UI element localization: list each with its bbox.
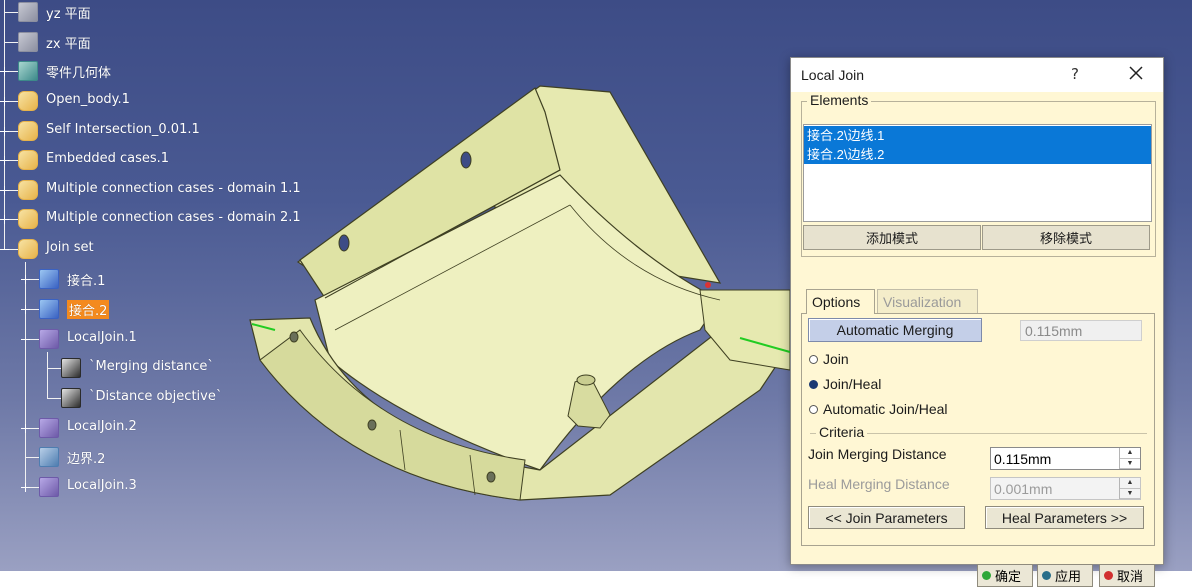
tab-options[interactable]: Options (806, 289, 875, 314)
elements-label: Elements (807, 92, 872, 108)
list-item[interactable]: 接合.2\边线.2 (804, 145, 1151, 164)
tree-item-label[interactable]: `Merging distance` (89, 359, 214, 374)
tree-item-label[interactable]: LocalJoin.1 (67, 330, 137, 345)
remove-mode-button[interactable]: 移除模式 (982, 225, 1150, 250)
tree-connector (4, 12, 18, 13)
radio-automatic-join-heal[interactable]: Automatic Join/Heal (809, 401, 948, 417)
heal-merging-value[interactable]: 0.001mm (994, 481, 1052, 497)
dialog-body: Elements 接合.2\边线.1 接合.2\边线.2 添加模式 移除模式 O… (791, 92, 1163, 587)
radio-automatic-join-heal-label: Automatic Join/Heal (823, 401, 948, 417)
heal-merging-field[interactable]: 0.001mm ▲ ▼ (990, 477, 1141, 500)
join-icon[interactable] (39, 299, 59, 319)
cancel-label: 取消 (1117, 569, 1144, 584)
tree-item-label[interactable]: 边界.2 (67, 448, 105, 467)
dialog-title: Local Join (801, 67, 865, 83)
criteria-label: Criteria (816, 424, 868, 440)
join-merging-label: Join Merging Distance (808, 446, 947, 462)
options-panel: Automatic Merging 0.115mm Join Join/Heal… (801, 313, 1155, 546)
join-merging-field[interactable]: 0.115mm ▲ ▼ (990, 447, 1141, 470)
tree-item-label[interactable]: 零件几何体 (46, 62, 111, 81)
ok-label: 确定 (995, 569, 1022, 584)
tree-item-label[interactable]: 接合.2 (67, 300, 110, 319)
heal-parameters-button[interactable]: Heal Parameters >> (985, 506, 1144, 529)
radio-join-heal[interactable]: Join/Heal (809, 376, 881, 392)
automatic-merging-button[interactable]: Automatic Merging (808, 318, 982, 342)
tab-visualization[interactable]: Visualization (877, 289, 978, 314)
geometrical-set-icon[interactable] (18, 209, 38, 229)
join-parameters-button[interactable]: << Join Parameters (808, 506, 965, 529)
spin-down-icon[interactable]: ▼ (1120, 459, 1140, 469)
local-join-icon[interactable] (39, 329, 59, 349)
specification-tree: yz 平面 zx 平面零件几何体 Open_body.1 Self Intersect… (0, 0, 330, 520)
apply-icon (1042, 571, 1051, 580)
ok-button[interactable]: 确定 (977, 564, 1033, 587)
tree-item-label[interactable]: Multiple connection cases - domain 2.1 (46, 210, 301, 225)
join-merging-spinner[interactable]: ▲ ▼ (1119, 448, 1140, 469)
apply-label: 应用 (1055, 569, 1082, 584)
tree-item-label[interactable]: LocalJoin.2 (67, 419, 137, 434)
tree-item-label[interactable]: Self Intersection_0.01.1 (46, 122, 200, 137)
help-button[interactable]: ? (1071, 65, 1079, 83)
cancel-icon (1104, 571, 1113, 580)
tree-item-label[interactable]: yz 平面 (46, 3, 91, 22)
radio-join-heal-label: Join/Heal (823, 376, 882, 392)
tree-connector (47, 368, 61, 369)
heal-merging-spinner[interactable]: ▲ ▼ (1119, 478, 1140, 499)
ok-icon (982, 571, 991, 580)
geometrical-set-icon[interactable] (18, 150, 38, 170)
elements-group: Elements 接合.2\边线.1 接合.2\边线.2 添加模式 移除模式 (801, 92, 1156, 257)
automatic-merging-value: 0.115mm (1020, 320, 1142, 341)
close-icon[interactable] (1125, 62, 1147, 84)
tree-connector (47, 398, 61, 399)
tree-item-label[interactable]: LocalJoin.3 (67, 478, 137, 493)
list-item[interactable]: 接合.2\边线.1 (804, 126, 1151, 145)
apply-button[interactable]: 应用 (1037, 564, 1093, 587)
tree-item-label[interactable]: Embedded cases.1 (46, 151, 169, 166)
tree-item-label[interactable]: `Distance objective` (89, 389, 222, 404)
spin-up-icon[interactable]: ▲ (1120, 448, 1140, 459)
radio-join[interactable]: Join (809, 351, 849, 367)
geometrical-set-icon[interactable] (18, 91, 38, 111)
geometrical-set-icon[interactable] (18, 121, 38, 141)
local-join-icon[interactable] (39, 477, 59, 497)
radio-join-indicator[interactable] (809, 354, 818, 364)
add-mode-button[interactable]: 添加模式 (803, 225, 981, 250)
spin-down-icon[interactable]: ▼ (1120, 489, 1140, 499)
join-merging-value[interactable]: 0.115mm (994, 451, 1051, 467)
tree-item-label[interactable]: Join set (46, 240, 94, 255)
geometrical-set-icon[interactable] (18, 180, 38, 200)
plane-icon[interactable] (18, 32, 38, 52)
cancel-button[interactable]: 取消 (1099, 564, 1155, 587)
heal-merging-label: Heal Merging Distance (808, 476, 950, 492)
parameter-icon[interactable] (61, 358, 81, 378)
radio-automatic-join-heal-indicator[interactable] (809, 404, 818, 414)
tree-connector (25, 457, 39, 458)
local-join-dialog: Local Join ? Elements 接合.2\边线.1 接合.2\边线.… (790, 57, 1164, 587)
tree-item-label[interactable]: Open_body.1 (46, 92, 130, 107)
part-body-icon[interactable] (18, 61, 38, 81)
tree-item-label[interactable]: 接合.1 (67, 270, 105, 289)
join-icon[interactable] (39, 269, 59, 289)
geometrical-set-icon[interactable] (18, 239, 38, 259)
tree-connector (4, 42, 18, 43)
elements-list[interactable]: 接合.2\边线.1 接合.2\边线.2 (803, 124, 1152, 222)
spin-up-icon[interactable]: ▲ (1120, 478, 1140, 489)
parameter-icon[interactable] (61, 388, 81, 408)
tree-item-label[interactable]: zx 平面 (46, 33, 91, 52)
local-join-icon[interactable] (39, 418, 59, 438)
radio-join-heal-indicator[interactable] (809, 379, 818, 389)
plane-icon[interactable] (18, 2, 38, 22)
tree-item-label[interactable]: Multiple connection cases - domain 1.1 (46, 181, 301, 196)
boundary-icon[interactable] (39, 447, 59, 467)
radio-join-label: Join (823, 351, 849, 367)
